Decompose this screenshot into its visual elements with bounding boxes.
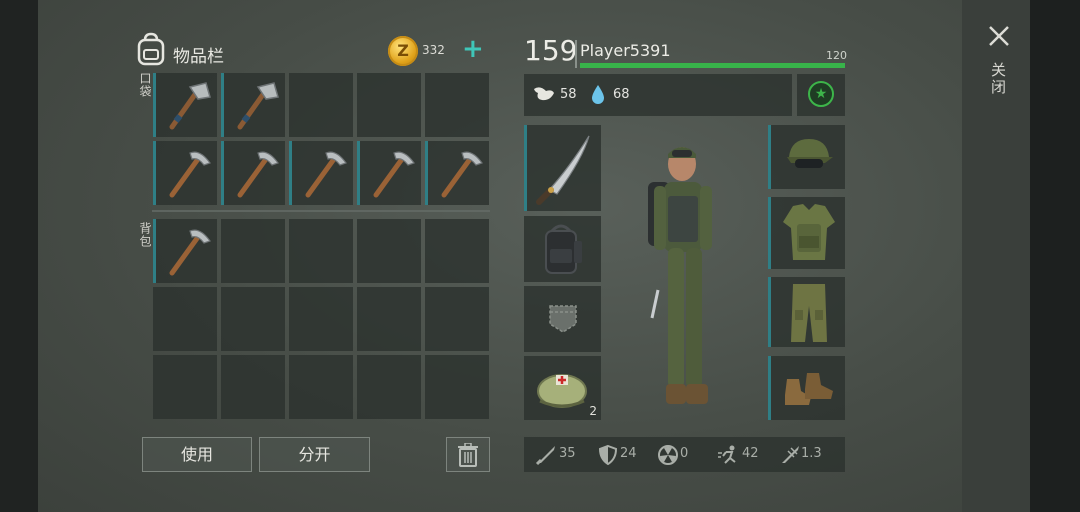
- backpack-label: 背包: [138, 222, 152, 248]
- pocket-slot-empty[interactable]: [357, 73, 421, 137]
- backpack-slot-empty[interactable]: [425, 219, 489, 283]
- water-drop-icon: [592, 85, 604, 104]
- backpack-slot-empty[interactable]: [425, 355, 489, 419]
- pickaxe-icon: [305, 151, 347, 198]
- backpack-slot-empty[interactable]: [357, 219, 421, 283]
- pickaxe-icon: [441, 151, 483, 198]
- backpack-slot-empty[interactable]: [153, 355, 217, 419]
- speed-icon: [718, 445, 736, 464]
- attack-value: 35: [559, 446, 576, 461]
- experience-bar: [580, 63, 845, 68]
- speed-value: 42: [742, 446, 759, 461]
- equip-slot-backpack[interactable]: [524, 216, 601, 282]
- backpack-slot-empty[interactable]: [221, 355, 285, 419]
- game-screen: 物品栏 Z 332 + 口袋 背包 使用 分开 159 Player5391 1…: [0, 0, 1080, 512]
- trash-icon: [458, 443, 478, 467]
- backpack-slot-empty[interactable]: [289, 219, 353, 283]
- equip-slot-medkit[interactable]: 2: [524, 356, 601, 420]
- split-button[interactable]: 分开: [259, 437, 370, 472]
- pocket-slot-pickaxe[interactable]: [357, 141, 421, 205]
- machete-icon: [536, 135, 590, 205]
- coin-icon: Z: [388, 36, 418, 66]
- backpack-slot-empty[interactable]: [357, 355, 421, 419]
- backpack-slot-empty[interactable]: [289, 355, 353, 419]
- backpack-slot-empty[interactable]: [357, 287, 421, 351]
- coin-count: 332: [422, 43, 445, 57]
- equip-slot-feet[interactable]: [768, 356, 845, 420]
- player-name: Player5391: [580, 41, 671, 60]
- pocket-slot-pickaxe[interactable]: [153, 141, 217, 205]
- attack-icon: [535, 446, 555, 466]
- tactical-backpack-icon: [545, 224, 582, 274]
- equip-slot-pocket[interactable]: [524, 286, 601, 352]
- food-icon: [534, 87, 554, 101]
- pickaxe-icon: [373, 151, 415, 198]
- backpack-icon: [137, 32, 165, 66]
- radiation-icon: [658, 445, 678, 465]
- hatchet-icon: [237, 82, 279, 130]
- damage-multiplier-value: 1.3: [801, 446, 822, 461]
- close-label[interactable]: 关闭: [988, 62, 1009, 96]
- star-status-button[interactable]: ★: [808, 81, 834, 107]
- pocket-slot-pickaxe[interactable]: [221, 141, 285, 205]
- header-separator: [575, 40, 577, 68]
- tactical-vest-icon: [783, 204, 835, 260]
- pocket-slot-pickaxe[interactable]: [289, 141, 353, 205]
- medkit-bag-icon: [537, 374, 587, 408]
- pickaxe-icon: [169, 151, 211, 198]
- camo-cap-icon: [787, 139, 833, 168]
- pocket-slot-empty[interactable]: [289, 73, 353, 137]
- medkit-count: 2: [589, 404, 597, 418]
- armor-shield-icon: [598, 444, 618, 466]
- boots-icon: [785, 373, 833, 405]
- pickaxe-icon: [169, 229, 211, 276]
- backpack-slot-empty[interactable]: [153, 287, 217, 351]
- water-value: 68: [613, 87, 630, 102]
- character-model: [648, 147, 712, 404]
- backpack-slot-empty[interactable]: [289, 287, 353, 351]
- add-coins-button[interactable]: +: [462, 34, 484, 64]
- inventory-title: 物品栏: [173, 47, 224, 67]
- pickaxe-icon: [237, 151, 279, 198]
- pocket-label: 口袋: [138, 72, 152, 98]
- health-value: 159: [524, 34, 578, 67]
- backpack-slot-empty[interactable]: [425, 287, 489, 351]
- trash-button[interactable]: [446, 437, 490, 472]
- damage-multiplier-icon: [782, 446, 799, 463]
- backpack-slot-empty[interactable]: [221, 287, 285, 351]
- food-value: 58: [560, 87, 577, 102]
- radiation-value: 0: [680, 446, 689, 461]
- close-icon[interactable]: [987, 24, 1011, 48]
- hatchet-icon: [169, 82, 211, 130]
- section-divider: [152, 210, 490, 212]
- equip-slot-weapon[interactable]: [524, 125, 601, 211]
- equip-slot-body[interactable]: [768, 197, 845, 269]
- screen-edge: [1030, 0, 1080, 512]
- pocket-slot-hatchet[interactable]: [221, 73, 285, 137]
- backpack-slot-empty[interactable]: [221, 219, 285, 283]
- pocket-icon: [549, 305, 577, 333]
- use-button[interactable]: 使用: [142, 437, 252, 472]
- defense-value: 24: [620, 446, 637, 461]
- pocket-slot-hatchet[interactable]: [153, 73, 217, 137]
- equip-slot-legs[interactable]: [768, 277, 845, 347]
- backpack-slot-pickaxe[interactable]: [153, 219, 217, 283]
- equip-slot-head[interactable]: [768, 125, 845, 189]
- player-level: 120: [826, 49, 847, 62]
- pocket-slot-pickaxe[interactable]: [425, 141, 489, 205]
- pocket-slot-empty[interactable]: [425, 73, 489, 137]
- camo-pants-icon: [791, 284, 827, 342]
